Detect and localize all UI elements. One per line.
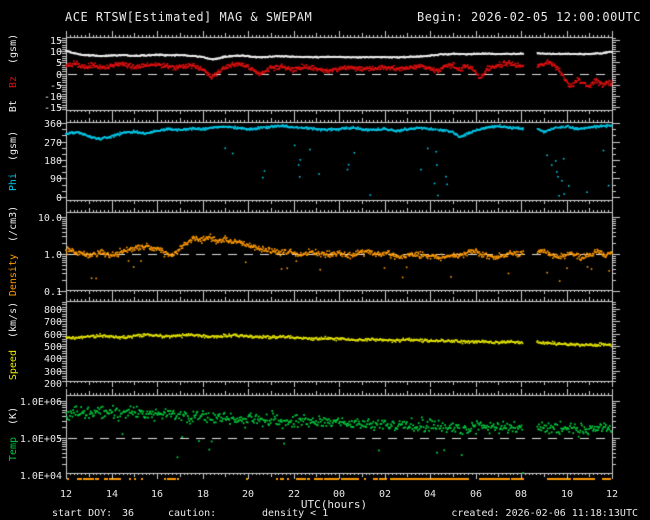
x-tick-label: 18 (197, 489, 209, 500)
y-tick-label: 90 (50, 174, 62, 185)
x-tick-label: 14 (106, 489, 118, 500)
x-tick-label: 20 (242, 489, 254, 500)
footer-caution-value: density < 1 (262, 508, 328, 519)
footer-start-doy-value: 36 (122, 508, 134, 519)
y-tick-label: 1.0E+05 (20, 434, 62, 445)
axis-title-density: Density (/cm3) (8, 206, 19, 296)
axis-title-speed: Speed (km/s) (8, 302, 19, 380)
y-tick-label: 5 (56, 58, 62, 69)
axis-title-phi: Phi (gsm) (8, 131, 19, 191)
y-tick-label: 800 (44, 305, 62, 316)
y-tick-label: 300 (44, 367, 62, 378)
x-tick-label: 22 (288, 489, 300, 500)
ace-rtsw-plot: ACE RTSW[Estimated] MAG & SWEPAM Begin: … (0, 0, 650, 520)
y-tick-label: 0.1 (44, 287, 62, 298)
footer-created-timestamp: created: 2026-02-06 11:18:13UTC (451, 508, 638, 519)
y-tick-label: 700 (44, 317, 62, 328)
axis-title-mag: Bt Bz (gsm) (8, 34, 19, 112)
x-tick-label: 06 (470, 489, 482, 500)
y-tick-label: 1.0 (44, 250, 62, 261)
y-tick-label: 500 (44, 342, 62, 353)
y-tick-label: 0 (56, 70, 62, 81)
y-tick-label: -5 (50, 81, 62, 92)
y-tick-label: -10 (44, 92, 62, 103)
x-tick-label: 02 (379, 489, 391, 500)
y-tick-label: 180 (44, 156, 62, 167)
axis-title-bz: Bz (8, 76, 19, 88)
plot-title: ACE RTSW[Estimated] MAG & SWEPAM (65, 10, 312, 24)
axis-title-mag-unit: (gsm) (8, 34, 19, 64)
x-tick-label: 12 (606, 489, 618, 500)
y-tick-label: -15 (44, 103, 62, 114)
x-tick-label: 12 (60, 489, 72, 500)
x-tick-label: 16 (151, 489, 163, 500)
x-tick-label: 08 (515, 489, 527, 500)
x-tick-label: 04 (424, 489, 436, 500)
plot-overlay: ACE RTSW[Estimated] MAG & SWEPAM Begin: … (8, 10, 641, 519)
axis-title-temp: Temp (K) (8, 407, 19, 461)
y-tick-label: 400 (44, 354, 62, 365)
y-tick-label: 360 (44, 119, 62, 130)
y-tick-label: 1.0E+04 (20, 471, 62, 482)
y-tick-label: 0 (56, 193, 62, 204)
y-tick-label: 10.0 (38, 213, 62, 224)
axis-title-bt: Bt (8, 100, 19, 112)
footer-caution-label: caution: (168, 508, 216, 519)
y-tick-label: 15 (50, 36, 62, 47)
y-tick-label: 200 (44, 379, 62, 390)
x-tick-label: 10 (561, 489, 573, 500)
y-tick-label: 1.0E+06 (20, 397, 62, 408)
y-tick-label: 600 (44, 330, 62, 341)
y-tick-label: 270 (44, 138, 62, 149)
y-tick-label: 10 (50, 47, 62, 58)
begin-timestamp: Begin: 2026-02-05 12:00:00UTC (417, 10, 641, 24)
x-tick-label: 00 (333, 489, 345, 500)
footer-start-doy-label: start DOY: (52, 508, 112, 519)
